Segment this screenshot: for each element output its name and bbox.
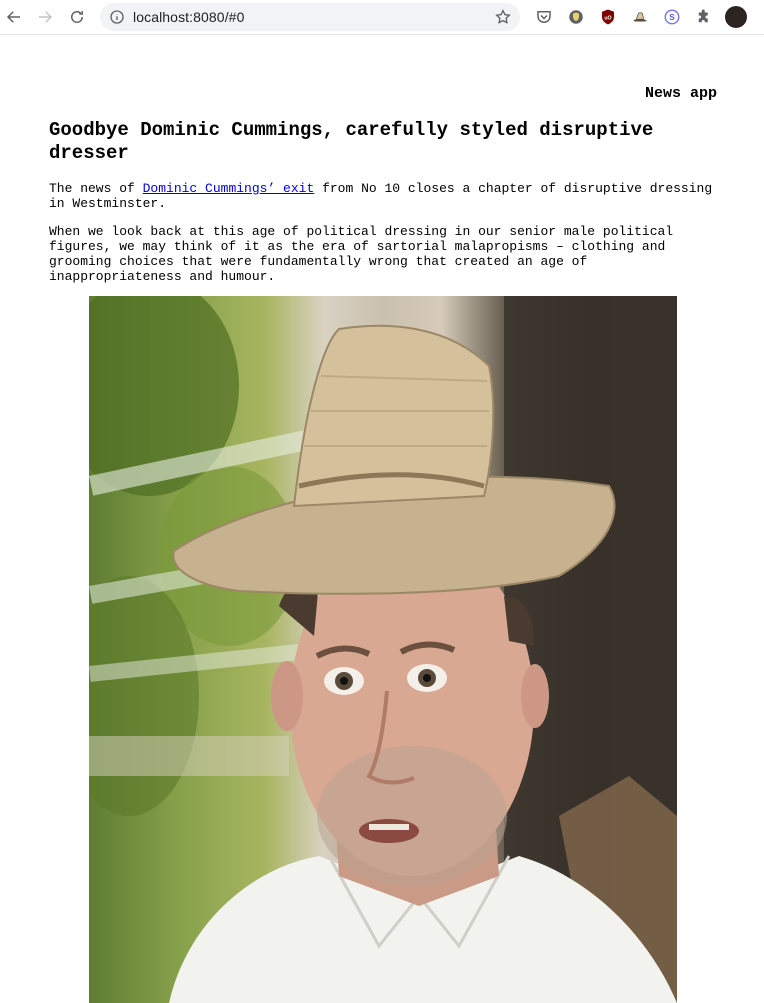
back-icon[interactable] bbox=[3, 6, 25, 28]
article-photo bbox=[89, 296, 677, 1003]
star-icon[interactable] bbox=[494, 8, 512, 26]
pocket-icon[interactable] bbox=[534, 7, 554, 27]
photo-illustration bbox=[89, 296, 677, 1003]
article-paragraph-1: The news of Dominic Cummings’ exit from … bbox=[49, 181, 717, 211]
page-content: News app Goodbye Dominic Cummings, caref… bbox=[0, 35, 764, 1003]
paragraph-text: The news of bbox=[49, 181, 143, 196]
article-headline: Goodbye Dominic Cummings, carefully styl… bbox=[49, 119, 654, 164]
info-icon[interactable] bbox=[108, 8, 126, 26]
ublock-icon[interactable]: uO bbox=[598, 7, 618, 27]
app-brand: News app bbox=[644, 85, 717, 102]
exit-article-link[interactable]: Dominic Cummings’ exit bbox=[143, 181, 315, 196]
svg-text:S: S bbox=[669, 13, 675, 22]
address-bar[interactable]: localhost:8080/#0 bbox=[100, 3, 520, 31]
s-extension-icon[interactable]: S bbox=[662, 7, 682, 27]
profile-avatar[interactable] bbox=[725, 6, 747, 28]
hat-extension-icon[interactable] bbox=[630, 7, 650, 27]
shield-icon[interactable] bbox=[566, 7, 586, 27]
reload-icon[interactable] bbox=[66, 6, 88, 28]
article-paragraph-2: When we look back at this age of politic… bbox=[49, 224, 674, 284]
svg-text:uO: uO bbox=[604, 15, 611, 21]
puzzle-icon[interactable] bbox=[694, 7, 714, 27]
url-text[interactable]: localhost:8080/#0 bbox=[133, 9, 244, 25]
forward-icon[interactable] bbox=[34, 6, 56, 28]
browser-toolbar: localhost:8080/#0 uO S bbox=[0, 0, 764, 35]
